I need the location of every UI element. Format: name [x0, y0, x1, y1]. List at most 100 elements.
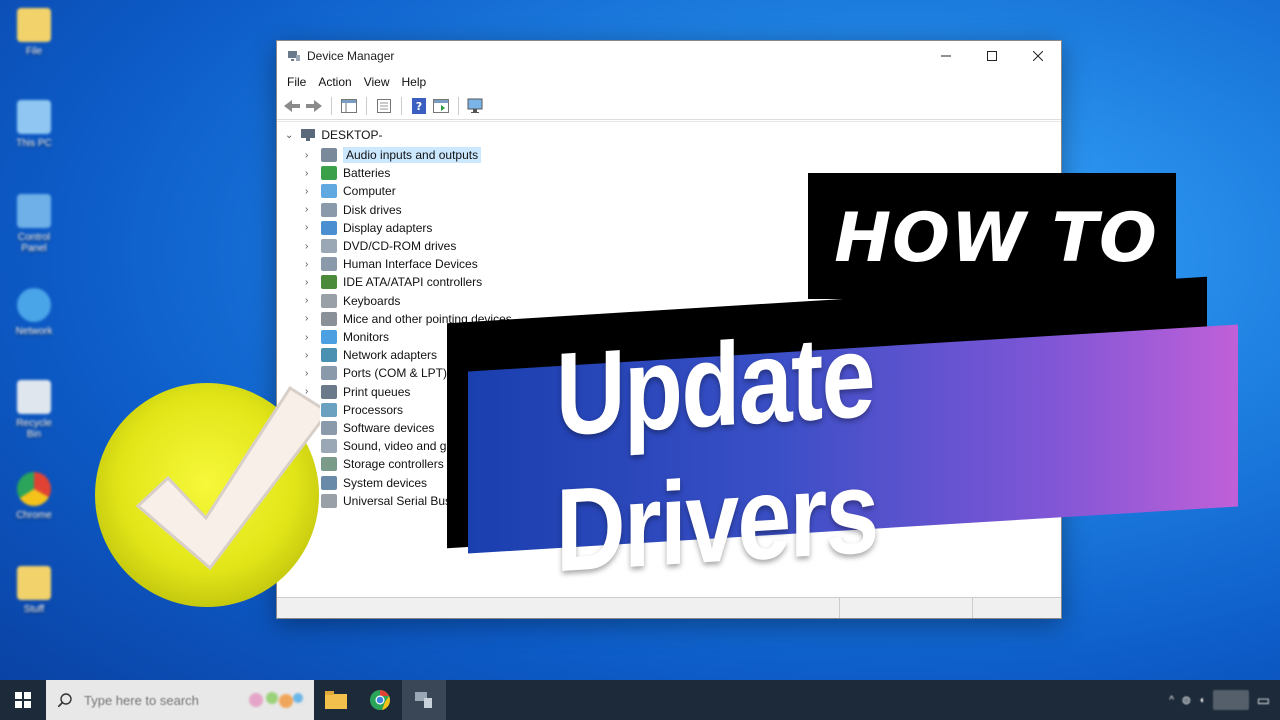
- tree-item[interactable]: › Keyboards: [305, 292, 400, 310]
- chevron-right-icon[interactable]: ›: [305, 222, 315, 233]
- taskbar-chrome[interactable]: [358, 680, 402, 720]
- desktop-icon-this-pc[interactable]: This PC: [8, 100, 60, 149]
- close-icon: [1033, 51, 1043, 61]
- svg-text:?: ?: [416, 100, 422, 113]
- desktop-icon-file[interactable]: File: [8, 8, 60, 57]
- folder-icon: [325, 691, 347, 709]
- tree-item[interactable]: › Network adapters: [305, 346, 437, 364]
- chevron-right-icon[interactable]: ›: [305, 295, 315, 306]
- chevron-down-icon[interactable]: ⌄: [285, 130, 293, 141]
- tree-item[interactable]: ›System devices: [305, 474, 427, 492]
- tree-item[interactable]: ›Software devices: [305, 419, 434, 437]
- action-pane-button[interactable]: [432, 97, 450, 115]
- tree-item[interactable]: › Computer: [305, 182, 396, 200]
- chevron-right-icon[interactable]: ›: [305, 204, 315, 215]
- arrow-right-icon: [306, 100, 322, 112]
- desktop-icon-label: Recycle Bin: [16, 418, 52, 440]
- network-icon[interactable]: ◍: [1182, 695, 1191, 706]
- scan-hardware-button[interactable]: [467, 97, 485, 115]
- chevron-up-icon[interactable]: ^: [1169, 695, 1174, 706]
- device-category-icon: [321, 275, 337, 290]
- tree-item-label: Human Interface Devices: [343, 257, 478, 272]
- start-button[interactable]: [0, 680, 46, 720]
- tree-item[interactable]: › Batteries: [305, 164, 390, 182]
- desktop-icon-network[interactable]: Network: [8, 288, 60, 337]
- minimize-button[interactable]: [923, 41, 969, 71]
- volume-icon[interactable]: ◖: [1199, 695, 1205, 706]
- tree-item-label: Audio inputs and outputs: [343, 147, 482, 163]
- taskbar-file-explorer[interactable]: [314, 680, 358, 720]
- notifications-icon[interactable]: ▭: [1257, 692, 1270, 709]
- chevron-right-icon[interactable]: ›: [305, 277, 315, 288]
- tree-item[interactable]: › Human Interface Devices: [305, 255, 478, 273]
- desktop-icon-control-panel[interactable]: Control Panel: [8, 194, 60, 254]
- desktop-icon-chrome[interactable]: Chrome: [8, 472, 60, 521]
- tree-item[interactable]: › Display adapters: [305, 219, 432, 237]
- menu-help[interactable]: Help: [396, 75, 433, 89]
- tree-item-label: DVD/CD-ROM drives: [343, 239, 457, 253]
- menu-action[interactable]: Action: [312, 75, 357, 89]
- action-pane-icon: [433, 99, 449, 113]
- toolbar-separator: [458, 97, 459, 115]
- maximize-button[interactable]: [969, 41, 1015, 71]
- clock[interactable]: [1212, 690, 1249, 710]
- chrome-icon: [370, 690, 390, 710]
- forward-button[interactable]: [305, 97, 323, 115]
- device-category-icon: [321, 402, 337, 417]
- tree-item[interactable]: › Audio inputs and outputs: [305, 146, 482, 164]
- chevron-right-icon[interactable]: ›: [305, 350, 315, 361]
- search-input[interactable]: [82, 691, 236, 709]
- checkmark-badge-icon: [95, 383, 320, 607]
- root-label: DESKTOP-: [321, 128, 383, 142]
- device-category-icon: [321, 166, 337, 181]
- tree-item-label: Keyboards: [343, 293, 401, 308]
- menu-file[interactable]: File: [281, 75, 312, 89]
- tree-item[interactable]: ›Storage controllers: [305, 455, 444, 473]
- window-title: Device Manager: [307, 49, 395, 63]
- device-category-icon: [321, 421, 337, 435]
- desktop-icon-label: Chrome: [16, 510, 52, 521]
- desktop-icon-label: Control Panel: [17, 232, 51, 254]
- device-category-icon: [321, 457, 337, 472]
- chevron-right-icon[interactable]: ›: [305, 368, 315, 379]
- chevron-right-icon[interactable]: ›: [305, 332, 315, 343]
- headline-text: Update Drivers: [555, 309, 878, 598]
- status-bar: [277, 597, 1061, 618]
- tree-item[interactable]: › Ports (COM & LPT): [305, 364, 447, 382]
- show-hide-console-tree-button[interactable]: [340, 97, 358, 115]
- monitor-scan-icon: [467, 98, 483, 113]
- tree-item-label: Disk drives: [343, 202, 402, 217]
- tree-item[interactable]: › Print queues: [305, 383, 410, 401]
- menu-view[interactable]: View: [358, 75, 396, 89]
- device-category-icon: [321, 239, 337, 253]
- tree-item[interactable]: › DVD/CD-ROM drives: [305, 237, 456, 255]
- tree-root[interactable]: ⌄ DESKTOP-: [285, 128, 383, 142]
- title-bar: Device Manager: [277, 41, 1061, 71]
- desktop-icon-stuff[interactable]: Stuff: [8, 566, 60, 615]
- close-button[interactable]: [1015, 41, 1061, 71]
- chevron-right-icon[interactable]: ›: [305, 259, 315, 270]
- desktop-icon-recycle-bin[interactable]: Recycle Bin: [8, 380, 60, 440]
- maximize-icon: [987, 51, 997, 61]
- chevron-right-icon[interactable]: ›: [305, 241, 315, 252]
- arrow-left-icon: [284, 100, 300, 112]
- console-tree-icon: [341, 99, 357, 113]
- chevron-right-icon[interactable]: ›: [305, 168, 315, 179]
- tree-item[interactable]: › Disk drives: [305, 201, 402, 219]
- device-category-icon: [321, 439, 337, 454]
- computer-icon: [301, 129, 316, 141]
- taskbar-device-manager[interactable]: [402, 680, 446, 720]
- properties-button[interactable]: [375, 97, 393, 115]
- help-button[interactable]: ?: [410, 97, 428, 115]
- chevron-right-icon[interactable]: ›: [305, 313, 315, 324]
- tree-item[interactable]: › Monitors: [305, 328, 389, 346]
- device-category-icon: [321, 184, 337, 199]
- device-category-icon: [321, 475, 337, 490]
- taskbar-search[interactable]: [46, 680, 314, 720]
- device-category-icon: [321, 220, 337, 235]
- back-button[interactable]: [283, 97, 301, 115]
- chevron-right-icon[interactable]: ›: [305, 186, 315, 197]
- chevron-right-icon[interactable]: ›: [305, 150, 315, 161]
- tree-item[interactable]: › IDE ATA/ATAPI controllers: [305, 273, 482, 291]
- tree-item-label: Computer: [343, 184, 396, 199]
